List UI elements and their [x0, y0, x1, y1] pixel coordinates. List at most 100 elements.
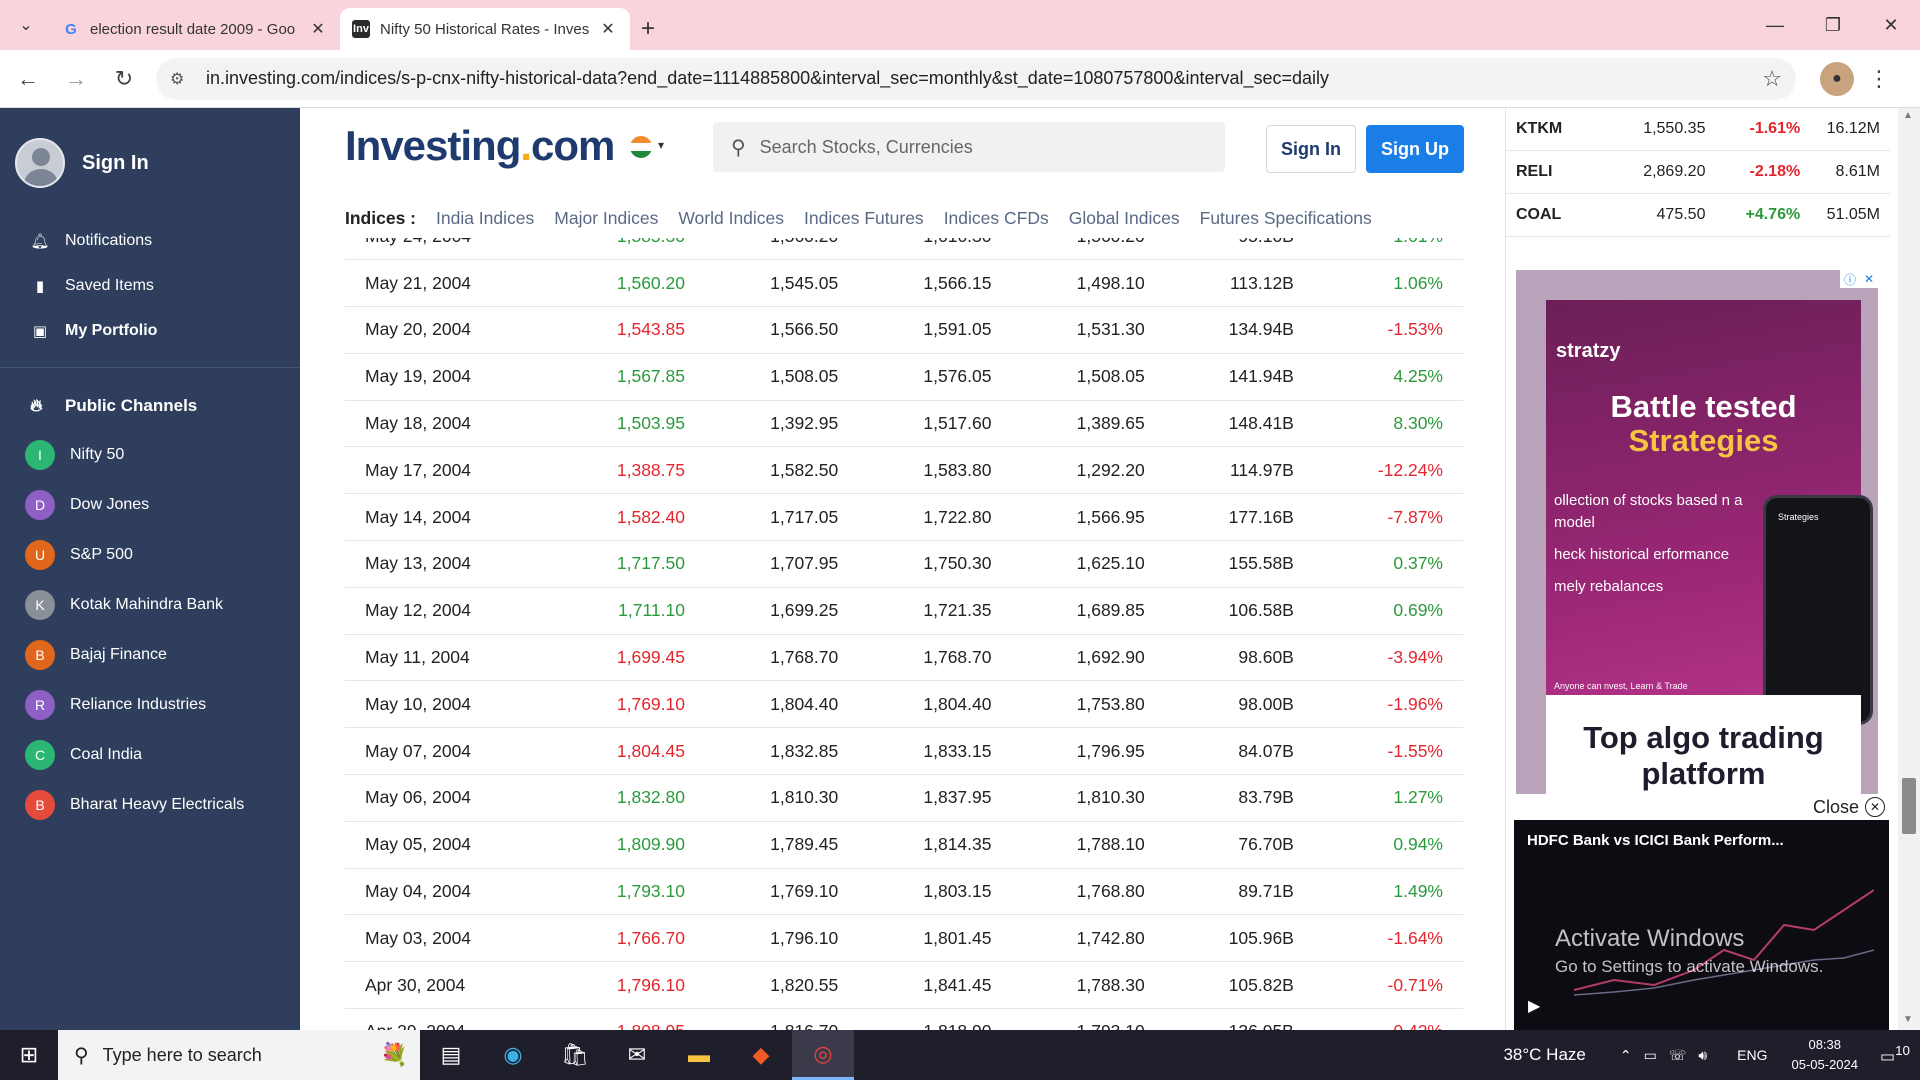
cell-low: 1,560.20	[1011, 238, 1165, 261]
cell-price: 1,832.80	[575, 774, 705, 822]
market-symbol[interactable]: COAL	[1516, 206, 1606, 224]
task-view-icon[interactable]: ▤	[420, 1030, 482, 1080]
mail-icon[interactable]: ✉	[606, 1030, 668, 1080]
subnav-link[interactable]: Global Indices	[1069, 208, 1180, 229]
url-text[interactable]: in.investing.com/indices/s-p-cnx-nifty-h…	[206, 68, 1762, 89]
sign-in-button[interactable]: Sign In	[1266, 125, 1356, 173]
tab-nifty-historical[interactable]: Inv Nifty 50 Historical Rates - Inves ✕	[340, 8, 630, 50]
cell-change: 0.94%	[1313, 821, 1463, 869]
site-search-input[interactable]: ⚲ Search Stocks, Currencies	[713, 122, 1225, 172]
sidebar-item-notifications[interactable]: 🔔︎ Notifications	[0, 218, 300, 263]
subnav-link[interactable]: Futures Specifications	[1200, 208, 1372, 229]
subnav-link[interactable]: World Indices	[678, 208, 784, 229]
market-symbol[interactable]: KTKM	[1516, 120, 1606, 138]
ad-info-icon[interactable]: ⓘ ✕	[1840, 270, 1878, 288]
forward-arrow-icon[interactable]: →	[56, 59, 96, 99]
weather-widget[interactable]: 38°C Haze	[1503, 1045, 1585, 1065]
sidebar-channel[interactable]: C Coal India	[0, 730, 300, 780]
subnav-link[interactable]: Indices Futures	[804, 208, 924, 229]
cell-price: 1,543.85	[575, 306, 705, 354]
play-icon[interactable]: ▶	[1528, 996, 1540, 1016]
address-bar[interactable]: ⚙ in.investing.com/indices/s-p-cnx-nifty…	[156, 57, 1796, 100]
clock[interactable]: 08:38 05-05-2024	[1792, 1035, 1859, 1075]
cell-change: -3.94%	[1313, 634, 1463, 682]
watermark-line-2: Go to Settings to activate Windows.	[1555, 957, 1824, 976]
back-arrow-icon[interactable]: ←	[8, 59, 48, 99]
cell-date: May 20, 2004	[345, 306, 575, 354]
sidebar-channel[interactable]: R Reliance Industries	[0, 680, 300, 730]
cell-low: 1,508.05	[1011, 353, 1165, 401]
file-explorer-icon[interactable]: ▬	[668, 1030, 730, 1080]
sidebar-item-portfolio[interactable]: ▣ My Portfolio	[0, 308, 300, 353]
reload-icon[interactable]: ↻	[104, 59, 144, 99]
advertisement[interactable]: ⓘ ✕ stratzy Battle tested Strategies olle…	[1516, 270, 1878, 795]
page-scrollbar[interactable]: ▲ ▼	[1898, 108, 1920, 1030]
sidebar-channel[interactable]: D Dow Jones	[0, 480, 300, 530]
subnav-link[interactable]: Indices CFDs	[944, 208, 1049, 229]
sidebar-channel[interactable]: B Bharat Heavy Electricals	[0, 780, 300, 830]
cell-low: 1,753.80	[1011, 680, 1165, 729]
market-symbol[interactable]: RELI	[1516, 163, 1606, 181]
subnav-link[interactable]: Major Indices	[554, 208, 658, 229]
language-indicator[interactable]: ENG	[1737, 1047, 1767, 1063]
market-volume: 8.61M	[1835, 163, 1880, 180]
logo-dot: .	[520, 122, 532, 169]
sidebar-sign-in[interactable]: Sign In	[0, 108, 300, 218]
sign-up-button[interactable]: Sign Up	[1366, 125, 1464, 173]
activate-windows-watermark: Activate Windows Go to Settings to activ…	[1555, 925, 1823, 977]
cell-price: 1,808.95	[575, 1008, 705, 1030]
sidebar-channel[interactable]: B Bajaj Finance	[0, 630, 300, 680]
scrollbar-thumb[interactable]	[1902, 778, 1916, 834]
new-tab-plus-icon[interactable]: +	[630, 8, 666, 50]
restore-icon[interactable]: ❐	[1804, 0, 1862, 50]
cell-open: 1,789.45	[705, 821, 859, 869]
site-info-icon[interactable]: ⚙	[170, 69, 198, 89]
sidebar-section-public-channels: 🔥︎ Public Channels	[0, 382, 300, 430]
cell-low: 1,292.20	[1011, 446, 1165, 495]
windows-start-icon[interactable]: ⊞	[0, 1030, 58, 1080]
cell-price: 1,585.30	[575, 238, 705, 261]
brave-icon[interactable]: ◆	[730, 1030, 792, 1080]
browser-menu-icon[interactable]: ⋮	[1864, 66, 1894, 92]
market-row[interactable]: COAL 475.50 +4.76% 51.05M	[1506, 194, 1890, 237]
table-row: May 19, 2004 1,567.85 1,508.05 1,576.05 1,50…	[345, 353, 1463, 401]
store-icon[interactable]: 🛍︎	[544, 1030, 606, 1080]
bookmark-star-icon[interactable]: ☆	[1762, 66, 1782, 92]
chrome-icon[interactable]: ◎	[792, 1030, 854, 1080]
profile-avatar-icon[interactable]: ●	[1820, 61, 1854, 96]
channel-avatar: I	[25, 440, 55, 470]
tab-election-result[interactable]: G election result date 2009 - Goo ✕	[50, 8, 340, 50]
scroll-up-icon[interactable]: ▲	[1903, 110, 1913, 121]
india-flag-icon[interactable]	[630, 136, 652, 158]
cell-change: 8.30%	[1313, 400, 1463, 448]
sidebar-channel[interactable]: K Kotak Mahindra Bank	[0, 580, 300, 630]
cell-date: May 06, 2004	[345, 774, 575, 822]
close-tab-icon[interactable]: ✕	[598, 19, 618, 39]
tab-search-chevron-icon[interactable]: ⌄	[10, 9, 42, 41]
close-icon[interactable]: ✕	[1865, 797, 1885, 817]
notifications-icon[interactable]: ▭10	[1880, 1043, 1920, 1066]
sidebar-item-saved[interactable]: ▮ Saved Items	[0, 263, 300, 308]
subnav-link[interactable]: India Indices	[436, 208, 534, 229]
tray-icons[interactable]: ⌃▭☏🔊︎	[1620, 1047, 1719, 1064]
cell-open: 1,707.95	[705, 540, 859, 588]
market-row[interactable]: KTKM 1,550.35 -1.61% 16.12M	[1506, 108, 1890, 151]
chevron-down-icon[interactable]: ▾	[658, 138, 664, 152]
close-tab-icon[interactable]: ✕	[308, 19, 328, 39]
browser-toolbar: ← → ↻ ⚙ in.investing.com/indices/s-p-cnx…	[0, 50, 1920, 108]
sidebar-channel[interactable]: U S&P 500	[0, 530, 300, 580]
sidebar-channel[interactable]: I Nifty 50	[0, 430, 300, 480]
scroll-down-icon[interactable]: ▼	[1903, 1014, 1913, 1025]
cell-date: May 03, 2004	[345, 914, 575, 963]
channel-label: Kotak Mahindra Bank	[70, 596, 223, 613]
sidebar-sign-in-label: Sign In	[82, 151, 149, 174]
minimize-icon[interactable]: —	[1746, 0, 1804, 50]
taskbar-search[interactable]: ⚲ Type here to search 💐	[58, 1030, 420, 1080]
investing-favicon-icon: Inv	[352, 20, 370, 38]
edge-icon[interactable]: ◉	[482, 1030, 544, 1080]
close-window-icon[interactable]: ✕	[1862, 0, 1920, 50]
video-close-bar[interactable]: Close ✕	[1514, 794, 1889, 820]
market-row[interactable]: RELI 2,869.20 -2.18% 8.61M	[1506, 151, 1890, 194]
cell-high: 1,750.30	[858, 540, 1012, 588]
investing-logo[interactable]: Investing.com	[345, 122, 615, 170]
